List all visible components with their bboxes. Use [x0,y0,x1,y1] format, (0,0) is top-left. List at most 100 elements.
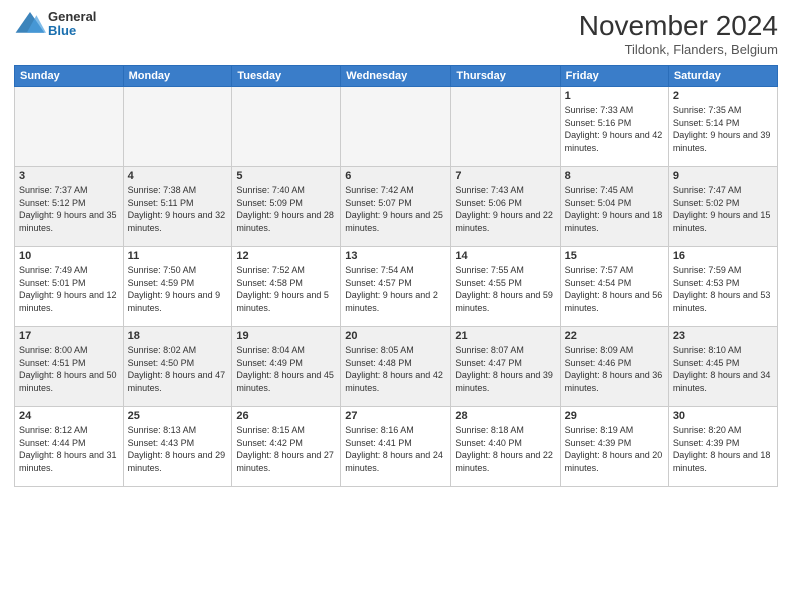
day-cell: 2 Sunrise: 7:35 AMSunset: 5:14 PMDaylight… [668,87,777,167]
day-info: Sunrise: 8:07 AMSunset: 4:47 PMDaylight:… [455,344,555,394]
day-info: Sunrise: 8:05 AMSunset: 4:48 PMDaylight:… [345,344,446,394]
day-cell: 8 Sunrise: 7:45 AMSunset: 5:04 PMDaylight… [560,167,668,247]
day-info: Sunrise: 7:40 AMSunset: 5:09 PMDaylight:… [236,184,336,234]
day-cell: 28 Sunrise: 8:18 AMSunset: 4:40 PMDayligh… [451,407,560,487]
day-info: Sunrise: 7:55 AMSunset: 4:55 PMDaylight:… [455,264,555,314]
location: Tildonk, Flanders, Belgium [579,42,778,57]
day-info: Sunrise: 7:42 AMSunset: 5:07 PMDaylight:… [345,184,446,234]
day-header-saturday: Saturday [668,66,777,87]
day-cell: 25 Sunrise: 8:13 AMSunset: 4:43 PMDayligh… [123,407,232,487]
day-info: Sunrise: 7:52 AMSunset: 4:58 PMDaylight:… [236,264,336,314]
day-cell: 11 Sunrise: 7:50 AMSunset: 4:59 PMDayligh… [123,247,232,327]
week-row-2: 3Sunrise: 7:37 AMSunset: 5:12 PMDaylight… [15,167,778,247]
day-cell [232,87,341,167]
logo-blue: Blue [48,24,96,38]
day-number: 19 [236,330,336,342]
day-info: Sunrise: 7:43 AMSunset: 5:06 PMDaylight:… [455,184,555,234]
day-info: Sunrise: 7:33 AMSunset: 5:16 PMDaylight:… [565,104,664,154]
day-cell: 27 Sunrise: 8:16 AMSunset: 4:41 PMDayligh… [341,407,451,487]
day-number: 28 [455,410,555,422]
day-number: 29 [565,410,664,422]
day-header-monday: Monday [123,66,232,87]
day-header-tuesday: Tuesday [232,66,341,87]
week-row-4: 17Sunrise: 8:00 AMSunset: 4:51 PMDayligh… [15,327,778,407]
day-number: 18 [128,330,228,342]
day-info: Sunrise: 7:54 AMSunset: 4:57 PMDaylight:… [345,264,446,314]
day-cell: 5Sunrise: 7:40 AMSunset: 5:09 PMDaylight… [232,167,341,247]
day-number: 26 [236,410,336,422]
week-row-5: 24Sunrise: 8:12 AMSunset: 4:44 PMDayligh… [15,407,778,487]
logo-icon [14,10,46,38]
day-info: Sunrise: 8:16 AMSunset: 4:41 PMDaylight:… [345,424,446,474]
day-number: 23 [673,330,773,342]
day-info: Sunrise: 7:59 AMSunset: 4:53 PMDaylight:… [673,264,773,314]
day-cell: 19 Sunrise: 8:04 AMSunset: 4:49 PMDayligh… [232,327,341,407]
logo-general: General [48,10,96,24]
day-number: 8 [565,170,664,182]
day-number: 11 [128,250,228,262]
day-number: 25 [128,410,228,422]
week-row-1: 1 Sunrise: 7:33 AMSunset: 5:16 PMDaylight… [15,87,778,167]
day-number: 3 [19,170,119,182]
day-info: Sunrise: 8:12 AMSunset: 4:44 PMDaylight:… [19,424,119,474]
day-number: 30 [673,410,773,422]
day-number: 9 [673,170,773,182]
day-cell: 6 Sunrise: 7:42 AMSunset: 5:07 PMDaylight… [341,167,451,247]
day-cell: 29 Sunrise: 8:19 AMSunset: 4:39 PMDayligh… [560,407,668,487]
day-info: Sunrise: 8:13 AMSunset: 4:43 PMDaylight:… [128,424,228,474]
day-number: 20 [345,330,446,342]
month-title: November 2024 [579,10,778,42]
day-info: Sunrise: 8:04 AMSunset: 4:49 PMDaylight:… [236,344,336,394]
day-number: 13 [345,250,446,262]
day-number: 27 [345,410,446,422]
day-info: Sunrise: 7:45 AMSunset: 5:04 PMDaylight:… [565,184,664,234]
day-info: Sunrise: 7:57 AMSunset: 4:54 PMDaylight:… [565,264,664,314]
day-number: 22 [565,330,664,342]
day-cell: 23 Sunrise: 8:10 AMSunset: 4:45 PMDayligh… [668,327,777,407]
day-info: Sunrise: 7:49 AMSunset: 5:01 PMDaylight:… [19,264,119,314]
day-number: 21 [455,330,555,342]
calendar-header-row: SundayMondayTuesdayWednesdayThursdayFrid… [15,66,778,87]
day-info: Sunrise: 8:00 AMSunset: 4:51 PMDaylight:… [19,344,119,394]
day-cell: 3Sunrise: 7:37 AMSunset: 5:12 PMDaylight… [15,167,124,247]
day-cell: 1 Sunrise: 7:33 AMSunset: 5:16 PMDaylight… [560,87,668,167]
day-info: Sunrise: 8:10 AMSunset: 4:45 PMDaylight:… [673,344,773,394]
day-info: Sunrise: 7:38 AMSunset: 5:11 PMDaylight:… [128,184,228,234]
day-cell: 30Sunrise: 8:20 AMSunset: 4:39 PMDayligh… [668,407,777,487]
day-number: 6 [345,170,446,182]
day-cell: 24Sunrise: 8:12 AMSunset: 4:44 PMDayligh… [15,407,124,487]
day-cell: 7Sunrise: 7:43 AMSunset: 5:06 PMDaylight… [451,167,560,247]
day-info: Sunrise: 8:19 AMSunset: 4:39 PMDaylight:… [565,424,664,474]
day-cell: 12 Sunrise: 7:52 AMSunset: 4:58 PMDayligh… [232,247,341,327]
day-number: 4 [128,170,228,182]
day-cell: 9 Sunrise: 7:47 AMSunset: 5:02 PMDaylight… [668,167,777,247]
day-number: 1 [565,90,664,102]
day-info: Sunrise: 8:09 AMSunset: 4:46 PMDaylight:… [565,344,664,394]
header: General Blue November 2024 Tildonk, Flan… [14,10,778,57]
day-cell [15,87,124,167]
day-header-thursday: Thursday [451,66,560,87]
logo-text: General Blue [48,10,96,39]
day-cell: 13 Sunrise: 7:54 AMSunset: 4:57 PMDayligh… [341,247,451,327]
day-header-friday: Friday [560,66,668,87]
day-cell: 17Sunrise: 8:00 AMSunset: 4:51 PMDayligh… [15,327,124,407]
day-info: Sunrise: 7:50 AMSunset: 4:59 PMDaylight:… [128,264,228,314]
day-cell: 20 Sunrise: 8:05 AMSunset: 4:48 PMDayligh… [341,327,451,407]
week-row-3: 10 Sunrise: 7:49 AMSunset: 5:01 PMDayligh… [15,247,778,327]
day-info: Sunrise: 8:15 AMSunset: 4:42 PMDaylight:… [236,424,336,474]
day-number: 2 [673,90,773,102]
day-info: Sunrise: 8:18 AMSunset: 4:40 PMDaylight:… [455,424,555,474]
logo: General Blue [14,10,96,39]
day-info: Sunrise: 7:35 AMSunset: 5:14 PMDaylight:… [673,104,773,154]
day-cell: 26 Sunrise: 8:15 AMSunset: 4:42 PMDayligh… [232,407,341,487]
day-number: 16 [673,250,773,262]
day-header-sunday: Sunday [15,66,124,87]
day-cell: 21 Sunrise: 8:07 AMSunset: 4:47 PMDayligh… [451,327,560,407]
day-cell: 22 Sunrise: 8:09 AMSunset: 4:46 PMDayligh… [560,327,668,407]
day-number: 12 [236,250,336,262]
day-info: Sunrise: 8:02 AMSunset: 4:50 PMDaylight:… [128,344,228,394]
calendar: SundayMondayTuesdayWednesdayThursdayFrid… [14,65,778,487]
day-number: 10 [19,250,119,262]
day-cell: 10 Sunrise: 7:49 AMSunset: 5:01 PMDayligh… [15,247,124,327]
day-info: Sunrise: 7:47 AMSunset: 5:02 PMDaylight:… [673,184,773,234]
